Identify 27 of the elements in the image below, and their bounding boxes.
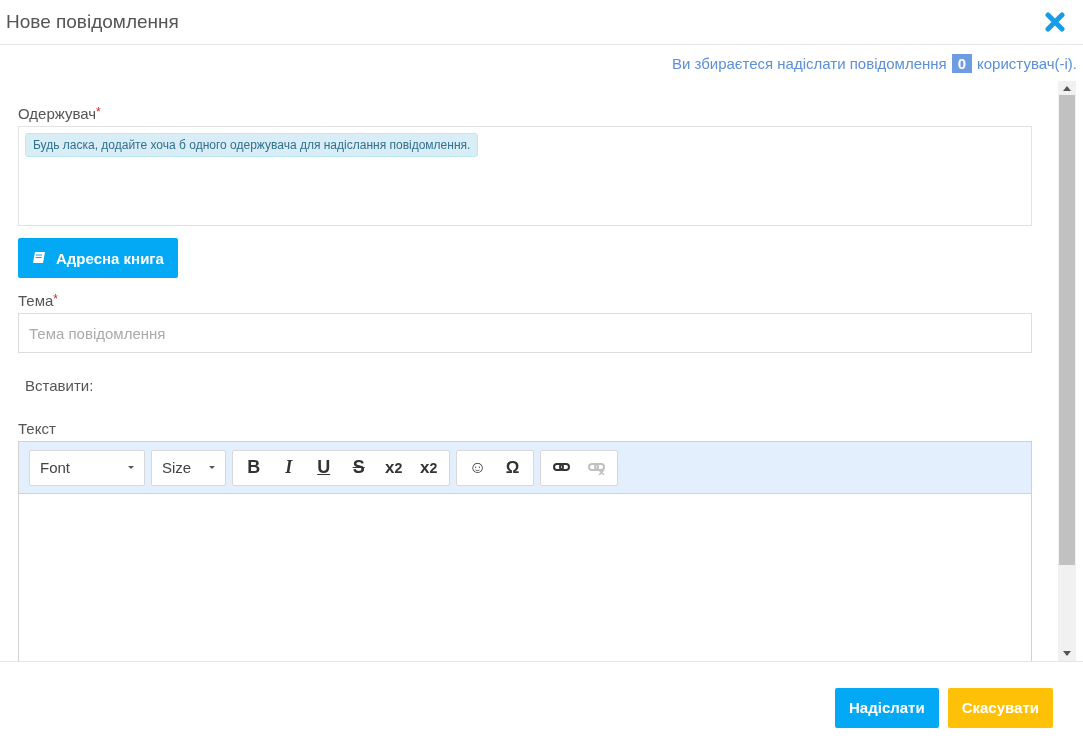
recipient-field[interactable]: Будь ласка, додайте хоча б одного одержувача для надіслання повідомлення. [18, 126, 1032, 226]
field-label: Текст [18, 420, 56, 437]
required-mark: * [96, 105, 101, 119]
toolbar-button[interactable]: S [341, 452, 377, 483]
toolbar-button[interactable]: I [271, 452, 307, 483]
notice-text: користувач(-і). [977, 54, 1077, 72]
notice-text: Ви збираєтеся надіслати повідомлення [671, 54, 947, 72]
recipient-count: 0 [951, 53, 973, 73]
scrollbar[interactable] [1058, 81, 1076, 661]
hint-message: Будь ласка, додайте хоча б одного одержувача для надіслання повідомлення. [25, 133, 479, 157]
scroll-up-icon[interactable] [1063, 86, 1071, 91]
subject-input[interactable]: Тема повідомлення [18, 313, 1032, 353]
field-label: Одержувач [18, 105, 97, 122]
toolbar-button[interactable]: ☺ [460, 452, 496, 483]
close-icon[interactable] [1045, 12, 1065, 32]
toolbar-button[interactable]: Ω [495, 452, 531, 483]
caret-icon [209, 466, 216, 469]
toolbar-button[interactable]: U [306, 452, 342, 483]
dialog-title: Нове повідомлення [6, 11, 179, 33]
required-mark: * [53, 292, 58, 306]
unlink-icon [587, 460, 606, 475]
caret-icon [128, 466, 134, 469]
insert-label: Вставити: [25, 377, 94, 394]
scroll-down-icon[interactable] [1063, 651, 1071, 656]
field-label: Тема [18, 292, 54, 309]
toolbar-button[interactable]: B [236, 452, 272, 483]
book-icon [32, 251, 46, 265]
